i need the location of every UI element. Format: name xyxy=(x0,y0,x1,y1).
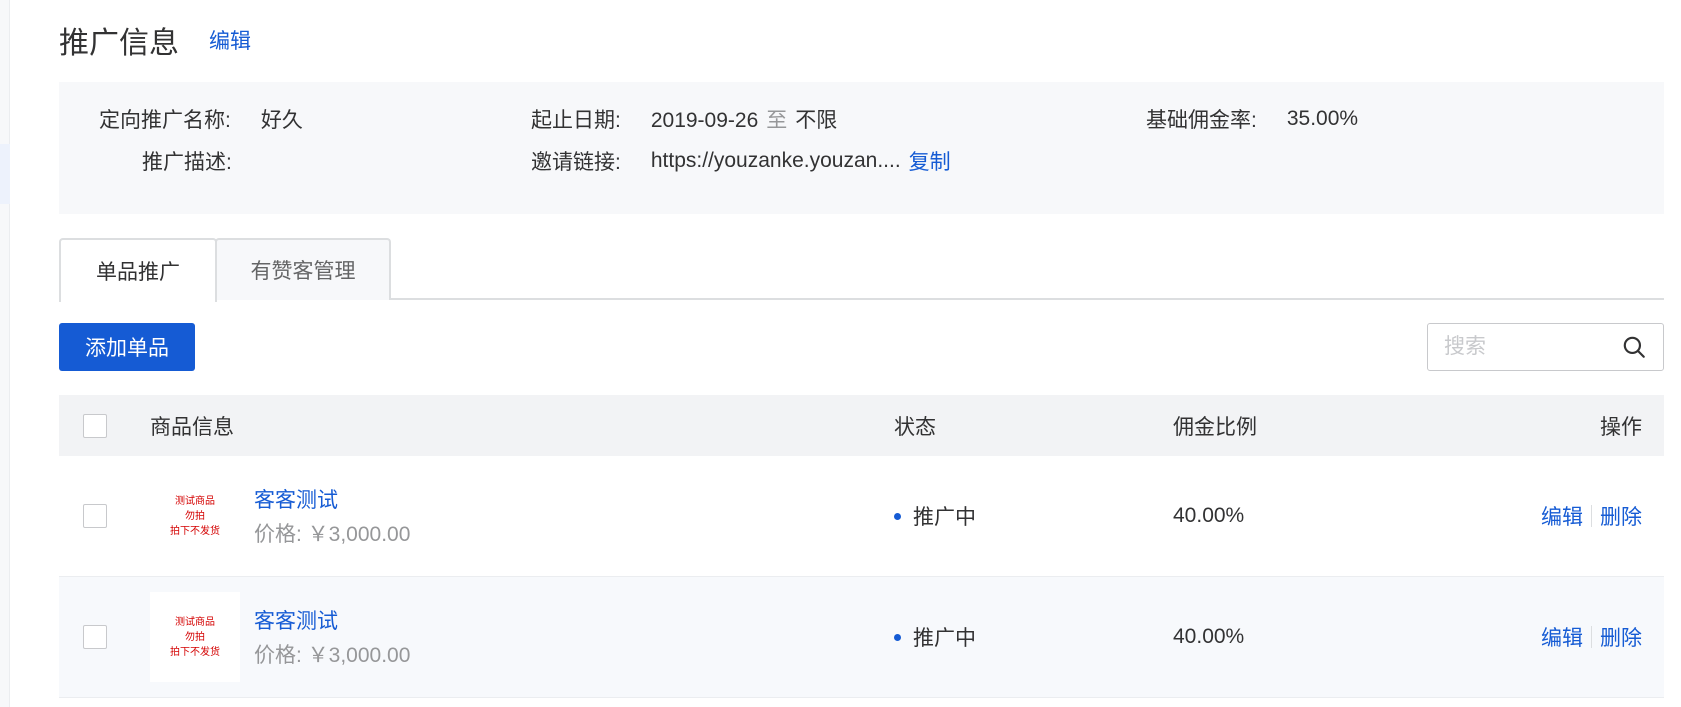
sidebar-active-marker xyxy=(0,144,10,204)
info-rate-value: 35.00% xyxy=(1286,107,1359,130)
product-thumbnail[interactable]: 测试商品 勿拍 拍下不发货 xyxy=(150,592,240,682)
goods-name-link[interactable]: 客客测试 xyxy=(254,605,410,635)
tab-youzanke-management[interactable]: 有赞客管理 xyxy=(215,238,391,300)
info-name-label: 定向推广名称: xyxy=(99,109,231,132)
goods-text: 客客测试 价格: ￥3,000.00 xyxy=(254,605,410,669)
row-edit-button[interactable]: 编辑 xyxy=(1541,622,1583,652)
product-table: 商品信息 状态 佣金比例 操作 测试商品 勿拍 拍下不发货 客客测试 价格: ￥… xyxy=(59,395,1664,698)
column-status: 状态 xyxy=(894,415,936,439)
tab-bar: 单品推广 有赞客管理 xyxy=(59,238,1664,302)
action-divider xyxy=(1591,626,1592,648)
row-checkbox[interactable] xyxy=(83,625,107,649)
goods-text: 客客测试 价格: ￥3,000.00 xyxy=(254,484,410,548)
thumb-text: 勿拍 xyxy=(185,510,205,522)
status-dot-icon xyxy=(894,512,901,520)
page-header: 推广信息 编辑 xyxy=(59,20,251,60)
goods-price: 价格: ￥3,000.00 xyxy=(254,644,411,667)
left-sidebar-rail xyxy=(0,0,10,707)
column-goods: 商品信息 xyxy=(150,415,234,439)
status-text: 推广中 xyxy=(913,627,976,650)
actions-cell: 编辑 删除 xyxy=(1541,577,1642,697)
info-name: 定向推广名称: 好久 xyxy=(99,106,303,132)
table-row: 测试商品 勿拍 拍下不发货 客客测试 价格: ￥3,000.00 推广中 40.… xyxy=(59,577,1664,698)
row-delete-button[interactable]: 删除 xyxy=(1600,622,1642,652)
status-cell: 推广中 xyxy=(894,577,976,697)
edit-promotion-link[interactable]: 编辑 xyxy=(209,25,251,55)
info-link: 邀请链接: https://youzanke.youzan.... 复制 xyxy=(531,148,951,174)
main-content: 推广信息 编辑 定向推广名称: 好久 起止日期: 2019-09-26 至不限 基… xyxy=(59,0,1664,707)
goods-cell: 测试商品 勿拍 拍下不发货 客客测试 价格: ￥3,000.00 xyxy=(150,577,410,697)
status-dot-icon xyxy=(894,633,901,641)
info-date-label: 起止日期: xyxy=(531,109,621,132)
date-separator: 至 xyxy=(766,109,788,132)
row-checkbox-cell xyxy=(83,577,107,697)
copy-link-button[interactable]: 复制 xyxy=(909,146,951,176)
row-checkbox[interactable] xyxy=(83,504,107,528)
info-rate-label: 基础佣金率: xyxy=(1146,109,1257,132)
status-cell: 推广中 xyxy=(894,456,976,576)
thumb-text: 勿拍 xyxy=(185,631,205,643)
select-all-checkbox[interactable] xyxy=(83,413,107,438)
info-link-value: https://youzanke.youzan.... xyxy=(650,149,901,172)
thumb-text: 拍下不发货 xyxy=(170,525,220,537)
search-box xyxy=(1427,323,1664,371)
thumb-text: 测试商品 xyxy=(175,616,215,628)
info-link-label: 邀请链接: xyxy=(531,151,621,174)
info-desc-label: 推广描述: xyxy=(142,151,232,174)
row-delete-button[interactable]: 删除 xyxy=(1600,501,1642,531)
row-edit-button[interactable]: 编辑 xyxy=(1541,501,1583,531)
table-row: 测试商品 勿拍 拍下不发货 客客测试 价格: ￥3,000.00 推广中 40.… xyxy=(59,456,1664,577)
promotion-info-panel: 定向推广名称: 好久 起止日期: 2019-09-26 至不限 基础佣金率: 35… xyxy=(59,82,1664,214)
table-header: 商品信息 状态 佣金比例 操作 xyxy=(59,395,1664,456)
goods-price: 价格: ￥3,000.00 xyxy=(254,523,411,546)
search-icon[interactable] xyxy=(1621,334,1647,360)
info-name-value: 好久 xyxy=(260,109,303,132)
page-title: 推广信息 xyxy=(59,27,179,60)
thumb-text: 拍下不发货 xyxy=(170,646,220,658)
info-desc: 推广描述: xyxy=(142,148,232,174)
goods-name-link[interactable]: 客客测试 xyxy=(254,484,410,514)
select-all-cell xyxy=(83,395,107,456)
info-date: 起止日期: 2019-09-26 至不限 xyxy=(531,106,837,132)
date-start: 2019-09-26 xyxy=(650,109,759,132)
actions-cell: 编辑 删除 xyxy=(1541,456,1642,576)
row-checkbox-cell xyxy=(83,456,107,576)
info-date-value: 2019-09-26 至不限 xyxy=(651,104,837,134)
commission-cell: 40.00% xyxy=(1173,504,1245,527)
action-divider xyxy=(1591,505,1592,527)
goods-cell: 测试商品 勿拍 拍下不发货 客客测试 价格: ￥3,000.00 xyxy=(150,456,410,576)
column-commission: 佣金比例 xyxy=(1173,415,1257,439)
info-rate: 基础佣金率: 35.00% xyxy=(1146,106,1358,132)
status-text: 推广中 xyxy=(913,506,976,529)
search-input[interactable] xyxy=(1428,325,1621,369)
date-end: 不限 xyxy=(795,109,838,132)
add-product-button[interactable]: 添加单品 xyxy=(59,323,195,371)
column-actions: 操作 xyxy=(1600,415,1642,439)
commission-cell: 40.00% xyxy=(1173,625,1245,648)
thumb-text: 测试商品 xyxy=(175,495,215,507)
tab-single-product[interactable]: 单品推广 xyxy=(59,238,217,302)
product-thumbnail[interactable]: 测试商品 勿拍 拍下不发货 xyxy=(150,471,240,561)
